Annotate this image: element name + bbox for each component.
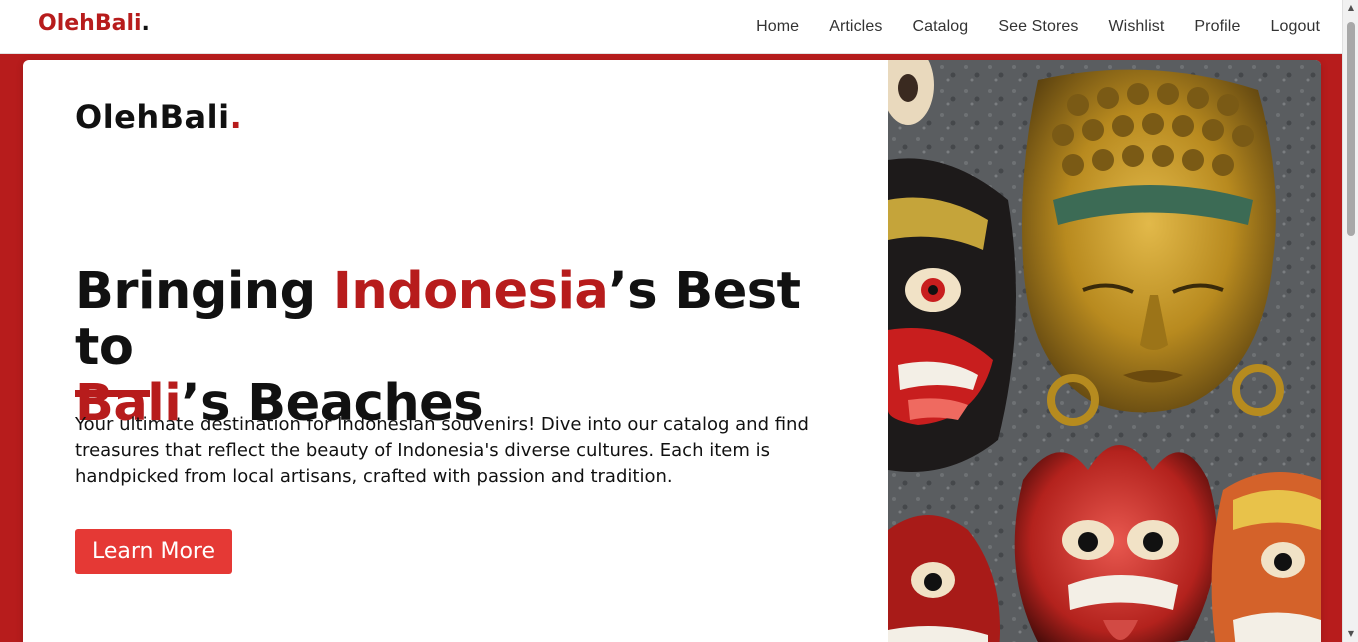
nav-link-see-stores[interactable]: See Stores — [998, 18, 1078, 36]
brand-logo-link[interactable]: OlehBali. — [38, 11, 150, 36]
hero-logo-name: OlehBali — [75, 98, 230, 136]
nav-link-articles[interactable]: Articles — [829, 18, 882, 36]
nav-links: Home Articles Catalog See Stores Wishlis… — [726, 0, 1320, 54]
nav-link-home[interactable]: Home — [756, 18, 799, 36]
hero-title-accent-indonesia: Indonesia — [332, 262, 609, 321]
top-navbar: OlehBali. Home Articles Catalog See Stor… — [0, 0, 1342, 54]
masks-illustration — [888, 60, 1321, 642]
nav-link-logout[interactable]: Logout — [1270, 18, 1320, 36]
hero-logo-dot: . — [229, 98, 243, 136]
hero-section: OlehBali. Bringing Indonesia’s Best to Ba… — [0, 54, 1342, 642]
hero-logo: OlehBali. — [75, 98, 242, 136]
nav-link-catalog[interactable]: Catalog — [912, 18, 968, 36]
scroll-thumb[interactable] — [1347, 22, 1355, 236]
hero-card: OlehBali. Bringing Indonesia’s Best to Ba… — [23, 60, 1321, 642]
brand-name: OlehBali — [38, 11, 142, 36]
title-underline-divider — [75, 390, 150, 397]
brand-dot: . — [141, 11, 150, 36]
scroll-up-arrow-icon[interactable]: ▲ — [1343, 0, 1358, 16]
hero-description: Your ultimate destination for Indonesian… — [75, 414, 809, 487]
nav-link-wishlist[interactable]: Wishlist — [1108, 18, 1164, 36]
nav-link-profile[interactable]: Profile — [1194, 18, 1240, 36]
scroll-down-arrow-icon[interactable]: ▼ — [1343, 626, 1358, 642]
learn-more-button[interactable]: Learn More — [75, 529, 232, 574]
balinese-masks-image — [888, 60, 1321, 642]
page-scrollbar[interactable]: ▲ ▼ — [1342, 0, 1358, 642]
hero-title-part1: Bringing — [75, 262, 333, 321]
hero-title: Bringing Indonesia’s Best to Bali’s Beach… — [75, 264, 865, 432]
hero-content: OlehBali. Bringing Indonesia’s Best to Ba… — [23, 60, 888, 642]
